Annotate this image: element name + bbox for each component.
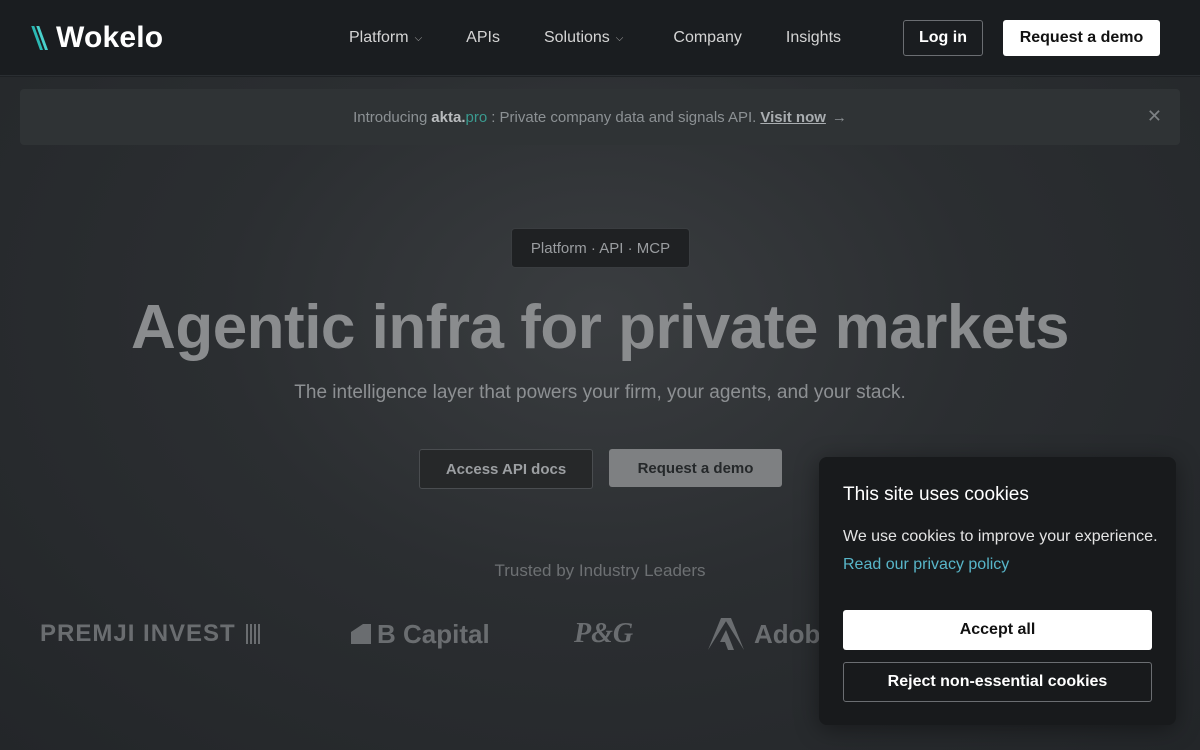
nav-item-insights[interactable]: Insights <box>786 29 841 47</box>
cookie-banner: This site uses cookies We use cookies to… <box>819 457 1176 725</box>
akta-brand-main: akta. <box>431 108 466 126</box>
premji-text: PREMJI INVEST <box>40 620 236 647</box>
nav-item-company[interactable]: Company <box>673 29 741 47</box>
announcement-text: : Private company data and signals API. <box>491 108 757 126</box>
pg-logo: P&G <box>574 612 633 656</box>
request-demo-button[interactable]: Request a demo <box>1003 20 1160 56</box>
hero-request-demo-button[interactable]: Request a demo <box>609 449 782 487</box>
hero-subhead: The intelligence layer that powers your … <box>294 382 906 403</box>
access-api-docs-button[interactable]: Access API docs <box>419 449 593 489</box>
wokelo-logo[interactable]: Wokelo <box>31 20 164 56</box>
cookie-title: This site uses cookies <box>843 484 1029 505</box>
privacy-policy-link[interactable]: Read our privacy policy <box>843 556 1009 574</box>
visit-now-link[interactable]: Visit now <box>760 109 826 126</box>
nav-item-solutions[interactable]: Solutions ⌵ <box>544 29 623 47</box>
b-capital-text: B Capital <box>377 618 490 649</box>
nav-label: Company <box>673 29 742 46</box>
nav-label: APIs <box>466 29 500 46</box>
product-pill: Platform · API · MCP <box>511 228 690 268</box>
main-nav: Platform ⌵ APIs Solutions ⌵ Company Insi… <box>349 0 841 76</box>
akta-brand-suffix: pro <box>465 108 488 126</box>
adobe-mark-icon <box>708 618 744 650</box>
login-button[interactable]: Log in <box>903 20 983 56</box>
premji-invest-logo: PREMJI INVEST <box>40 612 260 656</box>
b-capital-logo: B Capital <box>351 612 490 656</box>
nav-label: Platform <box>349 29 409 46</box>
nav-label: Solutions <box>543 29 610 46</box>
nav-item-apis[interactable]: APIs <box>466 29 500 47</box>
announcement-banner: Introducing akta.pro : Private company d… <box>20 89 1180 145</box>
adobe-logo: Adobe <box>708 612 835 656</box>
chevron-down-icon: ⌵ <box>414 32 423 44</box>
hero-headline: Agentic infra for private markets <box>131 293 1069 362</box>
logo-text: Wokelo <box>56 21 164 54</box>
announcement-prefix: Introducing <box>353 108 428 126</box>
logo-mark-icon <box>31 26 54 50</box>
b-capital-mark-icon <box>351 624 371 644</box>
cookie-text: We use cookies to improve your experienc… <box>843 528 1158 545</box>
premji-mark-icon <box>245 624 260 644</box>
reject-non-essential-button[interactable]: Reject non-essential cookies <box>843 662 1152 702</box>
close-icon[interactable]: ✕ <box>1147 106 1162 127</box>
top-navigation: Wokelo Platform ⌵ APIs Solutions ⌵ Compa… <box>0 0 1200 76</box>
accept-all-button[interactable]: Accept all <box>843 610 1152 650</box>
akta-brand: akta.pro <box>431 109 487 126</box>
chevron-down-icon: ⌵ <box>615 32 624 44</box>
arrow-right-icon: → <box>831 108 847 126</box>
nav-label: Insights <box>785 29 842 46</box>
pg-text: P&G <box>574 618 634 649</box>
nav-item-platform[interactable]: Platform ⌵ <box>349 29 422 47</box>
